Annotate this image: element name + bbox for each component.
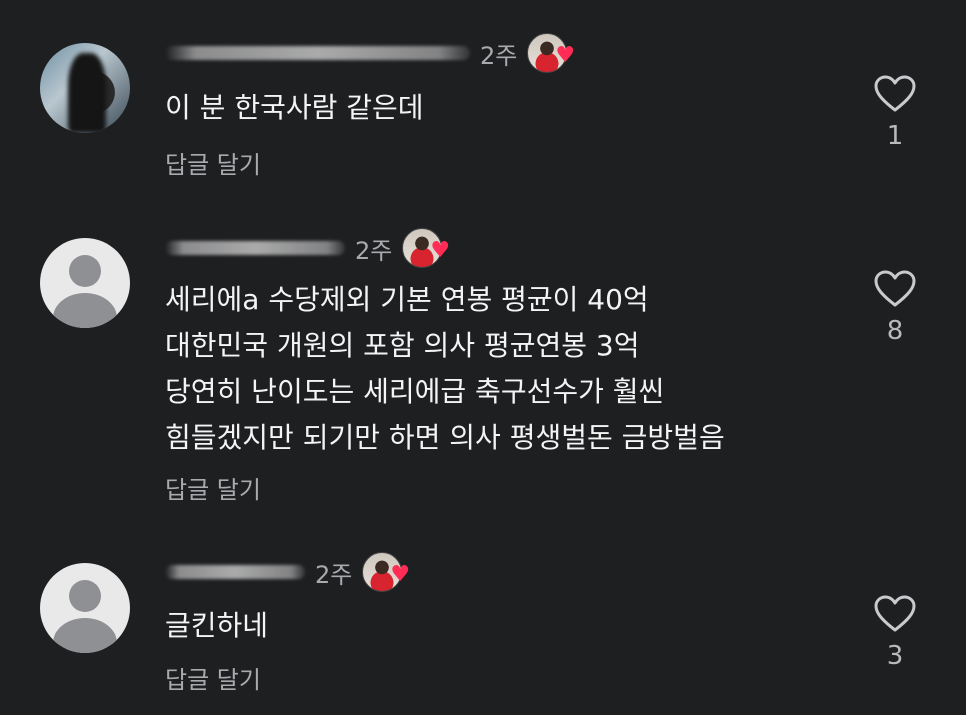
like-button[interactable]: 8 <box>870 270 920 346</box>
avatar[interactable] <box>40 563 130 653</box>
reply-button[interactable]: 답글 달기 <box>165 660 261 695</box>
comment-meta: 2주 ♥ <box>165 552 410 592</box>
like-button[interactable]: 3 <box>870 595 920 671</box>
like-count: 8 <box>886 316 904 346</box>
default-avatar-body <box>53 293 117 328</box>
heart-outline-icon <box>874 270 916 307</box>
username-redacted[interactable] <box>165 565 305 579</box>
comment-time: 2주 <box>355 236 393 265</box>
avatar[interactable] <box>40 238 130 328</box>
comment-meta: 2주 ♥ <box>165 33 575 73</box>
username-redacted[interactable] <box>165 241 345 255</box>
reply-button[interactable]: 답글 달기 <box>165 145 261 180</box>
creator-liked-badge: ♥ <box>527 33 575 73</box>
creator-liked-badge: ♥ <box>402 228 450 268</box>
comment-text: 글킨하네 <box>165 609 269 642</box>
avatar[interactable] <box>40 43 130 133</box>
comment-text: 이 분 한국사람 같은데 <box>165 91 424 124</box>
heart-outline-icon <box>874 75 916 112</box>
like-button[interactable]: 1 <box>870 75 920 151</box>
like-count: 3 <box>886 641 904 671</box>
creator-heart-icon: ♥ <box>430 238 451 263</box>
creator-heart-icon: ♥ <box>555 43 576 68</box>
creator-heart-icon: ♥ <box>390 562 411 587</box>
username-redacted[interactable] <box>165 46 470 60</box>
comment-meta: 2주 ♥ <box>165 228 450 268</box>
comment-time: 2주 <box>315 560 353 589</box>
default-avatar-head <box>69 255 101 287</box>
heart-outline-icon <box>874 595 916 632</box>
reply-button[interactable]: 답글 달기 <box>165 470 261 505</box>
default-avatar-body <box>53 618 117 653</box>
comment-text: 세리에a 수당제외 기본 연봉 평균이 40억 대한민국 개원의 포함 의사 평… <box>165 283 725 454</box>
comment-time: 2주 <box>480 41 518 70</box>
creator-liked-badge: ♥ <box>362 552 410 592</box>
default-avatar-head <box>69 580 101 612</box>
like-count: 1 <box>886 121 904 151</box>
